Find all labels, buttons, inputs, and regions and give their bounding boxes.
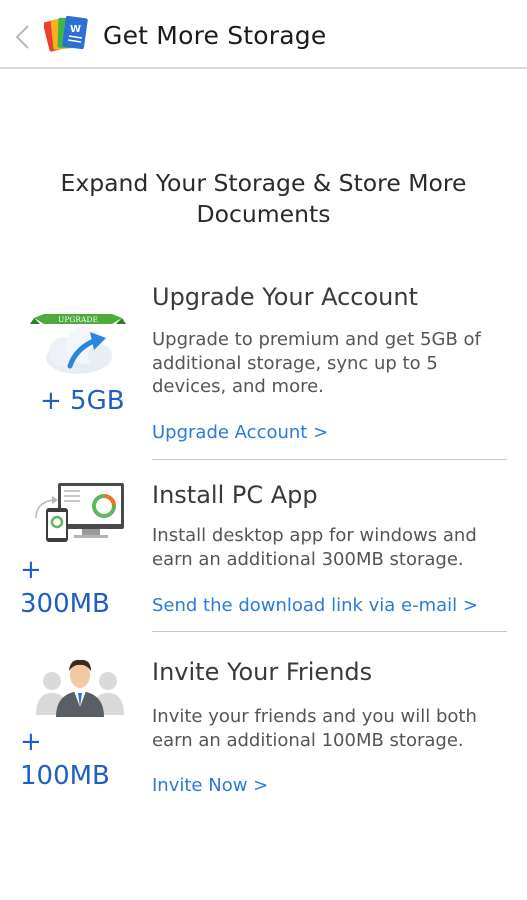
page-title: Get More Storage [103, 21, 327, 50]
upgrade-cloud-icon: UPGRADE [30, 314, 126, 374]
send-download-link[interactable]: Send the download link via e-mail > [152, 595, 478, 616]
upgrade-account-link[interactable]: Upgrade Account > [152, 422, 328, 443]
storage-bonus: + 5GB [40, 386, 125, 416]
pc-app-icon [35, 483, 124, 542]
svg-text:UPGRADE: UPGRADE [58, 315, 98, 324]
storage-bonus: 100MB [20, 761, 110, 791]
svg-text:W: W [70, 24, 81, 35]
app-logo-icon: W [44, 15, 88, 52]
section-description: Upgrade to premium and get 5GB of additi… [152, 329, 481, 397]
headline-line-1: Expand Your Storage & Store More [60, 169, 467, 197]
top-app-bar: W Get More Storage [0, 0, 527, 69]
invite-friends-icon [36, 659, 124, 717]
storage-bonus-sign: + [20, 727, 42, 757]
section-title: Invite Your Friends [152, 658, 373, 686]
section-title: Upgrade Your Account [152, 283, 419, 311]
back-arrow-icon[interactable] [12, 22, 32, 52]
storage-bonus-sign: + [20, 555, 42, 585]
divider [152, 459, 507, 460]
section-title: Install PC App [152, 481, 318, 509]
storage-bonus: 300MB [20, 589, 110, 619]
section-description: Install desktop app for windows and earn… [152, 525, 477, 570]
headline: Expand Your Storage & Store More Documen… [0, 168, 527, 230]
section-description: Invite your friends and you will both ea… [152, 706, 477, 751]
divider [152, 631, 507, 632]
invite-now-link[interactable]: Invite Now > [152, 775, 268, 796]
headline-line-2: Documents [196, 200, 331, 228]
